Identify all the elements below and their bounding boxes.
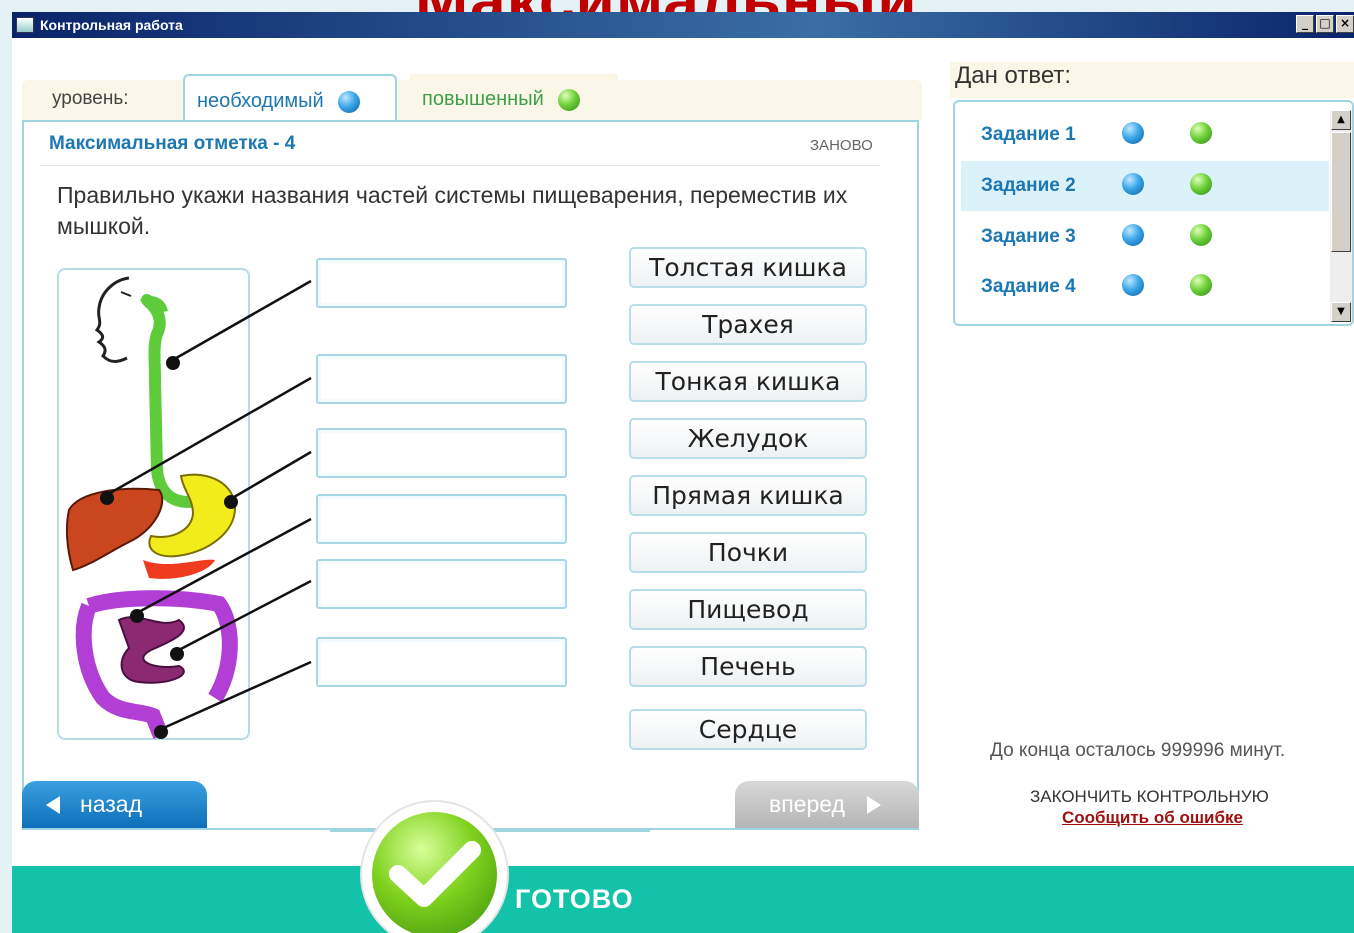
word-card[interactable]: Тонкая кишка (629, 361, 867, 402)
bottom-bar (12, 866, 1354, 933)
green-dot-icon (1190, 173, 1212, 195)
answers-title: Дан ответ: (955, 62, 1072, 89)
green-dot-icon (1190, 224, 1212, 246)
word-card[interactable]: Почки (629, 532, 867, 573)
blue-dot-icon (1122, 122, 1144, 144)
arrow-right-icon (866, 796, 881, 814)
blue-dot-icon (1122, 274, 1144, 296)
word-card[interactable]: Толстая кишка (629, 247, 867, 288)
answer-drop-zone-5[interactable] (316, 559, 567, 609)
task-label: Задание 2 (981, 175, 1076, 196)
answer-drop-zone-3[interactable] (316, 428, 567, 478)
forward-label: вперед (769, 791, 845, 817)
scroll-down-icon[interactable]: ▼ (1331, 302, 1351, 322)
task-item[interactable]: Задание 4 (961, 262, 1329, 312)
blue-dot-icon (1122, 224, 1144, 246)
green-dot-icon (1190, 274, 1212, 296)
checkmark-icon[interactable] (372, 812, 497, 933)
task-list-scrollbar[interactable]: ▲ ▼ (1330, 110, 1352, 322)
back-button[interactable]: назад (22, 781, 207, 828)
back-label: назад (80, 791, 142, 817)
answer-drop-zone-6[interactable] (316, 637, 567, 687)
task-item[interactable]: Задание 1 (961, 110, 1329, 160)
scroll-up-icon[interactable]: ▲ (1331, 110, 1351, 130)
word-card[interactable]: Прямая кишка (629, 475, 867, 516)
finish-test-button[interactable]: ЗАКОНЧИТЬ КОНТРОЛЬНУЮ (1030, 787, 1269, 807)
arrow-left-icon (46, 796, 60, 814)
slide-title-overlay: Максимальный (415, 0, 1015, 12)
word-card[interactable]: Трахея (629, 304, 867, 345)
word-card[interactable]: Сердце (629, 709, 867, 750)
green-dot-icon (1190, 122, 1212, 144)
word-card[interactable]: Пищевод (629, 589, 867, 630)
task-list: Задание 1 Задание 2 Задание 3 Задание 4 … (953, 100, 1354, 326)
answer-drop-zone-1[interactable] (316, 258, 567, 308)
task-label: Задание 3 (981, 226, 1076, 247)
word-card[interactable]: Желудок (629, 418, 867, 459)
answer-drop-zone-4[interactable] (316, 494, 567, 544)
forward-button[interactable]: вперед (735, 781, 919, 828)
time-remaining: До конца осталось 999996 минут. (990, 740, 1286, 761)
task-label: Задание 1 (981, 124, 1076, 145)
task-item[interactable]: Задание 2 (961, 161, 1329, 211)
blue-dot-icon (1122, 173, 1144, 195)
done-label[interactable]: ГОТОВО (515, 884, 634, 915)
report-error-link[interactable]: Сообщить об ошибке (1062, 808, 1243, 828)
word-card[interactable]: Печень (629, 646, 867, 687)
task-label: Задание 4 (981, 276, 1076, 297)
task-item[interactable]: Задание 3 (961, 212, 1329, 262)
answer-drop-zone-2[interactable] (316, 354, 567, 404)
scroll-thumb[interactable] (1331, 132, 1351, 252)
